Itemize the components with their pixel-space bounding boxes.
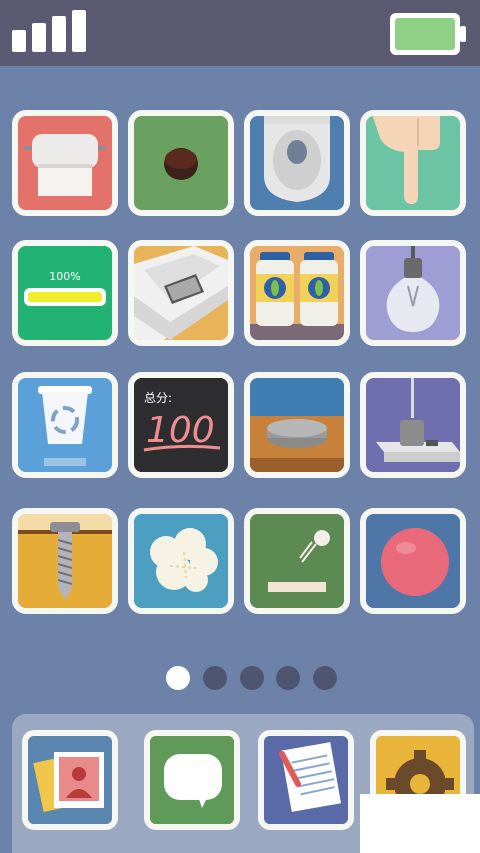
power-strip-icon bbox=[366, 378, 460, 472]
pong-app[interactable] bbox=[244, 508, 350, 614]
charging-battery-icon: 100% bbox=[18, 246, 112, 340]
phone-in-box-icon bbox=[134, 246, 228, 340]
photos-icon bbox=[28, 736, 112, 824]
page-dot-5[interactable] bbox=[313, 666, 337, 690]
photos-app[interactable] bbox=[22, 730, 118, 830]
hole-app[interactable] bbox=[128, 110, 234, 216]
screw-app[interactable] bbox=[12, 508, 118, 614]
recycle-bin-app[interactable] bbox=[12, 372, 118, 478]
score-value: 100 bbox=[146, 410, 215, 451]
stone-disc-app[interactable] bbox=[244, 372, 350, 478]
toilet-paper-icon bbox=[18, 116, 112, 210]
speech-bubble-icon bbox=[150, 736, 234, 824]
phone-in-box-app[interactable] bbox=[128, 240, 234, 346]
signal-bars-icon bbox=[12, 10, 86, 52]
battery-percent-label: 100% bbox=[49, 270, 80, 283]
light-bulb-icon bbox=[366, 246, 460, 340]
messages-app[interactable] bbox=[144, 730, 240, 830]
status-bar bbox=[0, 0, 480, 66]
toilet-app[interactable] bbox=[244, 110, 350, 216]
score-board-app[interactable]: 总分: 100 bbox=[128, 372, 234, 478]
chalkboard-icon: 总分: 100 bbox=[134, 378, 228, 472]
red-ball-icon bbox=[366, 514, 460, 608]
corner-overlay bbox=[360, 794, 480, 853]
pickle-jars-app[interactable] bbox=[244, 240, 350, 346]
screw-icon bbox=[18, 514, 112, 608]
home-screen: 100% 总分: 100 bbox=[0, 0, 480, 853]
battery-icon bbox=[390, 13, 466, 55]
recycle-bin-icon bbox=[18, 378, 112, 472]
red-ball-app[interactable] bbox=[360, 508, 466, 614]
popcorn-icon bbox=[134, 514, 228, 608]
pickle-jars-icon bbox=[250, 246, 344, 340]
power-strip-app[interactable] bbox=[360, 372, 466, 478]
hole-icon bbox=[134, 116, 228, 210]
page-dot-3[interactable] bbox=[240, 666, 264, 690]
popcorn-app[interactable] bbox=[128, 508, 234, 614]
page-dot-4[interactable] bbox=[276, 666, 300, 690]
pointing-finger-icon bbox=[366, 116, 460, 210]
page-dot-2[interactable] bbox=[203, 666, 227, 690]
notes-app[interactable] bbox=[258, 730, 354, 830]
finger-app[interactable] bbox=[360, 110, 466, 216]
score-label: 总分: bbox=[144, 391, 172, 405]
notepad-icon bbox=[264, 736, 348, 824]
light-bulb-app[interactable] bbox=[360, 240, 466, 346]
battery-app[interactable]: 100% bbox=[12, 240, 118, 346]
toilet-icon bbox=[250, 116, 344, 210]
toilet-paper-app[interactable] bbox=[12, 110, 118, 216]
page-dot-1[interactable] bbox=[166, 666, 190, 690]
paddle-ball-icon bbox=[250, 514, 344, 608]
stone-disc-icon bbox=[250, 378, 344, 472]
